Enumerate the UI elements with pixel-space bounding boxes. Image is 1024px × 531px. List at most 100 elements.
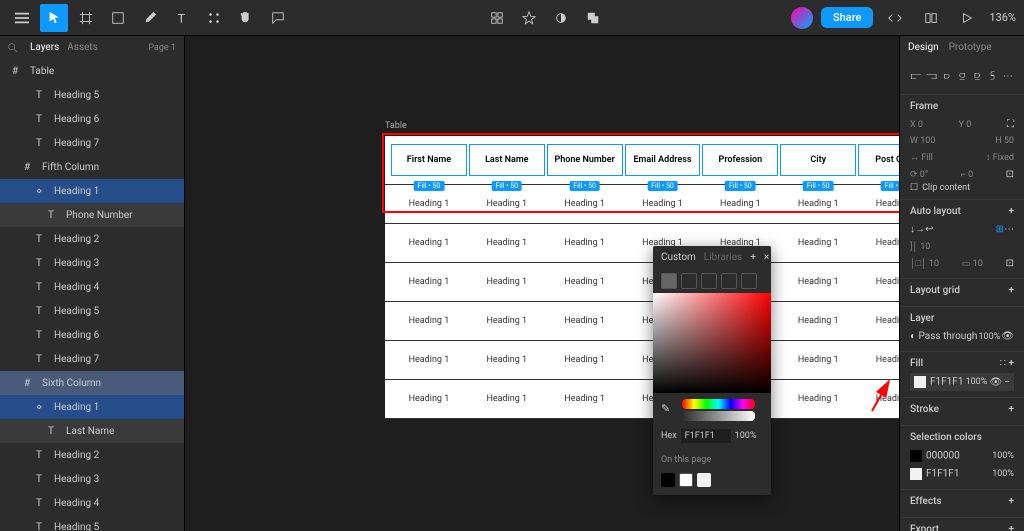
align-right-icon[interactable]: ⫐	[941, 69, 953, 84]
layer-item[interactable]: THeading 4	[0, 275, 184, 299]
visibility-icon[interactable]: 👁	[1001, 331, 1014, 342]
constraints-icon[interactable]: ⛶	[1007, 119, 1014, 130]
layer-opacity[interactable]: 100%	[978, 332, 1000, 342]
independent-padding-icon[interactable]: ⊡	[1006, 258, 1014, 269]
selcolor-chip[interactable]	[910, 450, 922, 462]
fill-mode-image[interactable]	[741, 273, 757, 289]
table-cell[interactable]: Heading 1	[780, 390, 856, 408]
table-cell[interactable]: Heading 1	[780, 273, 856, 291]
blend-mode[interactable]: ◐ Pass through	[910, 331, 977, 342]
align-left-icon[interactable]: ⫍	[910, 69, 922, 84]
fill-mode-angular[interactable]	[721, 273, 737, 289]
table-cell[interactable]: Heading 1	[391, 351, 467, 369]
layer-item[interactable]: THeading 3	[0, 467, 184, 491]
plus-icon[interactable]: +	[1008, 524, 1014, 531]
table-cell[interactable]: Heading 1	[547, 312, 623, 330]
devmode-icon[interactable]	[881, 4, 909, 32]
table-cell[interactable]: Heading 1	[858, 273, 899, 291]
layer-item[interactable]: ⋄Heading 1	[0, 179, 184, 203]
fill-hex[interactable]: F1F1F1	[930, 377, 963, 388]
rotation-value[interactable]: 0°	[920, 170, 928, 180]
layer-item[interactable]: THeading 6	[0, 323, 184, 347]
corner-radius[interactable]: 0	[968, 170, 973, 180]
hex-input[interactable]	[681, 429, 731, 443]
table-cell[interactable]: Heading 1	[780, 312, 856, 330]
al-align-grid[interactable]: ⊞	[996, 224, 1004, 235]
table-cell[interactable]: Heading 1	[547, 351, 623, 369]
visibility-icon[interactable]: 👁	[989, 377, 1002, 388]
alpha-slider[interactable]	[682, 411, 755, 421]
text-tool[interactable]: T	[168, 4, 196, 32]
layer-item[interactable]: THeading 2	[0, 443, 184, 467]
swatch-grey[interactable]	[697, 473, 711, 487]
table-cell[interactable]: Heading 1	[469, 390, 545, 408]
h-value[interactable]: 50	[1004, 136, 1014, 146]
fill-mode-linear[interactable]	[681, 273, 697, 289]
align-top-icon[interactable]: ⫑	[956, 69, 968, 84]
close-icon[interactable]: ×	[764, 252, 769, 263]
comment-tool[interactable]	[264, 4, 292, 32]
color-picker-tab-libraries[interactable]: Libraries	[704, 252, 742, 263]
independent-corners-icon[interactable]: ⊡	[1006, 169, 1014, 180]
gap-value[interactable]: 10	[920, 242, 930, 252]
layer-item[interactable]: TLast Name	[0, 419, 184, 443]
style-icon[interactable]: ∷	[1000, 358, 1006, 369]
table-cell[interactable]: Heading 1	[391, 273, 467, 291]
table-cell[interactable]: Heading 1	[469, 312, 545, 330]
shape-tool[interactable]	[104, 4, 132, 32]
x-value[interactable]: 0	[918, 120, 923, 130]
pen-tool[interactable]	[136, 4, 164, 32]
layer-item[interactable]: THeading 2	[0, 227, 184, 251]
minus-icon[interactable]: −	[1004, 377, 1010, 388]
plus-icon[interactable]: +	[1008, 358, 1014, 369]
align-hcenter-icon[interactable]: ⫎	[925, 69, 937, 84]
table-cell[interactable]: Heading 1	[469, 351, 545, 369]
table-cell[interactable]: Heading 1	[780, 234, 856, 252]
component-icon[interactable]	[483, 4, 511, 32]
hsizing[interactable]: Fill	[921, 153, 933, 163]
swatch-black[interactable]	[661, 473, 675, 487]
tab-assets[interactable]: Assets	[67, 42, 98, 53]
table-cell[interactable]: Heading 1	[391, 390, 467, 408]
opacity-value[interactable]: 100%	[735, 431, 757, 441]
align-bottom-icon[interactable]: ⫓	[986, 69, 998, 84]
library-icon[interactable]	[917, 4, 945, 32]
layer-item[interactable]: ⋄Heading 1	[0, 395, 184, 419]
table-cell[interactable]: Heading 1	[858, 351, 899, 369]
color-picker-tab-custom[interactable]: Custom	[661, 252, 696, 263]
user-avatar[interactable]	[791, 7, 813, 29]
boolean-icon[interactable]	[547, 4, 575, 32]
tab-design[interactable]: Design	[908, 42, 939, 53]
frame-label[interactable]: Table	[385, 121, 407, 131]
table-cell[interactable]: Heading 1	[858, 234, 899, 252]
tab-layers[interactable]: Layers	[30, 42, 59, 53]
table-cell[interactable]: Heading 1	[858, 312, 899, 330]
plus-icon[interactable]: +	[1008, 404, 1014, 415]
fill-opacity[interactable]: 100%	[966, 377, 988, 387]
table-cell[interactable]: Heading 1	[547, 273, 623, 291]
fill-mode-radial[interactable]	[701, 273, 717, 289]
al-direction-h[interactable]: →	[915, 224, 925, 235]
mask-icon[interactable]	[515, 4, 543, 32]
table-cell[interactable]: Heading 1	[547, 390, 623, 408]
eyedropper-icon[interactable]: ✎	[661, 402, 670, 415]
share-button[interactable]: Share	[821, 7, 873, 28]
clip-checkbox[interactable]: ☐	[910, 183, 918, 193]
present-icon[interactable]	[953, 4, 981, 32]
frame-tool[interactable]	[72, 4, 100, 32]
al-more[interactable]: ⋯	[1004, 224, 1014, 235]
fill-mode-solid[interactable]	[661, 273, 677, 289]
page-selector[interactable]: Page 1	[148, 43, 176, 53]
layer-item[interactable]: THeading 6	[0, 107, 184, 131]
layer-item[interactable]: #Table	[0, 59, 184, 83]
more-align-icon[interactable]: ⋯	[1002, 69, 1014, 84]
plus-icon[interactable]: +	[1008, 285, 1014, 296]
resources-tool[interactable]	[200, 4, 228, 32]
align-vcenter-icon[interactable]: ⫒	[971, 69, 983, 84]
layer-item[interactable]: THeading 5	[0, 83, 184, 107]
table-cell[interactable]: Heading 1	[391, 234, 467, 252]
search-icon[interactable]	[8, 43, 18, 53]
layer-item[interactable]: THeading 5	[0, 299, 184, 323]
table-cell[interactable]: Heading 1	[858, 390, 899, 408]
y-value[interactable]: 0	[966, 120, 971, 130]
